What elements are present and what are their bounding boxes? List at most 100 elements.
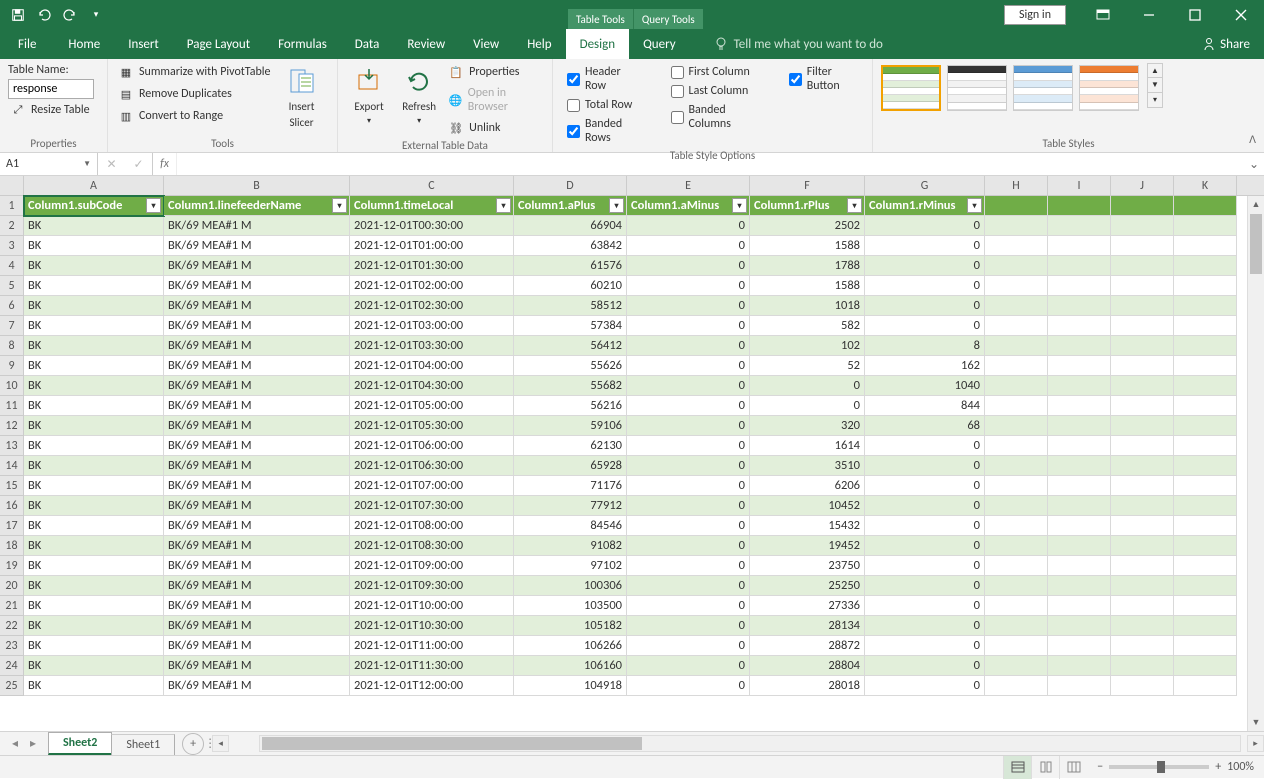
cell[interactable]: 0	[865, 476, 985, 496]
cell[interactable]: 0	[627, 616, 750, 636]
cell[interactable]: 15432	[750, 516, 865, 536]
cell[interactable]: 2021-12-01T09:30:00	[350, 576, 514, 596]
cell[interactable]	[1048, 556, 1111, 576]
cell[interactable]: 2021-12-01T11:30:00	[350, 656, 514, 676]
cell[interactable]: 0	[627, 436, 750, 456]
cell[interactable]	[1174, 336, 1237, 356]
cell[interactable]	[1111, 576, 1174, 596]
tell-me-search[interactable]: Tell me what you want to do	[714, 29, 883, 59]
table-header-cell[interactable]: Column1.aMinus▾	[627, 196, 750, 216]
gallery-scroll-down-icon[interactable]: ▼	[1147, 78, 1163, 93]
redo-icon[interactable]	[58, 3, 82, 27]
tab-file[interactable]: File	[0, 29, 54, 59]
tab-page-layout[interactable]: Page Layout	[173, 29, 264, 59]
cell[interactable]	[1048, 656, 1111, 676]
name-box-dropdown-icon[interactable]: ▼	[83, 159, 91, 169]
sheet-tab-other[interactable]: Sheet1	[111, 734, 175, 755]
cell[interactable]: 0	[627, 236, 750, 256]
cell[interactable]	[1174, 536, 1237, 556]
cell[interactable]: 0	[865, 556, 985, 576]
column-header[interactable]: B	[164, 176, 350, 195]
cell[interactable]	[1111, 516, 1174, 536]
chk-total-row[interactable]: Total Row	[567, 98, 641, 112]
cell[interactable]	[985, 456, 1048, 476]
resize-table-button[interactable]: ⤢ Resize Table	[8, 101, 94, 119]
cell[interactable]: 0	[627, 376, 750, 396]
cell[interactable]: BK	[24, 276, 164, 296]
cell[interactable]: 0	[627, 456, 750, 476]
tab-data[interactable]: Data	[341, 29, 394, 59]
cell[interactable]	[1174, 256, 1237, 276]
summarize-pivot-button[interactable]: ▦Summarize with PivotTable	[116, 63, 273, 81]
chk-banded-columns[interactable]: Banded Columns	[671, 103, 759, 131]
cell[interactable]	[1174, 576, 1237, 596]
cell[interactable]	[1111, 496, 1174, 516]
cell[interactable]: 1614	[750, 436, 865, 456]
cell[interactable]	[1174, 636, 1237, 656]
cell[interactable]	[985, 296, 1048, 316]
minimize-icon[interactable]	[1126, 0, 1172, 29]
row-header[interactable]: 12	[0, 416, 24, 436]
sheet-tab-active[interactable]: Sheet2	[48, 732, 112, 755]
row-header[interactable]: 8	[0, 336, 24, 356]
table-name-input[interactable]	[8, 79, 94, 99]
name-box[interactable]: A1 ▼	[0, 153, 98, 175]
chk-first-column[interactable]: First Column	[671, 65, 759, 79]
cell[interactable]: 582	[750, 316, 865, 336]
cell[interactable]: 104918	[514, 676, 627, 696]
cell[interactable]: BK	[24, 216, 164, 236]
cell[interactable]: 6206	[750, 476, 865, 496]
row-header[interactable]: 18	[0, 536, 24, 556]
cell[interactable]: 0	[627, 256, 750, 276]
cell[interactable]: 8	[865, 336, 985, 356]
cell[interactable]	[1174, 596, 1237, 616]
table-styles-gallery[interactable]	[881, 63, 1139, 135]
cell[interactable]: 0	[627, 396, 750, 416]
cell[interactable]: 55682	[514, 376, 627, 396]
zoom-in-button[interactable]: +	[1215, 760, 1221, 774]
cell[interactable]: 0	[865, 516, 985, 536]
cell[interactable]	[1048, 516, 1111, 536]
row-header[interactable]: 20	[0, 576, 24, 596]
gallery-scroll-up-icon[interactable]: ▲	[1147, 63, 1163, 78]
fx-icon[interactable]: fx	[153, 153, 177, 175]
cell[interactable]: BK/69 MEA#1 M	[164, 276, 350, 296]
cell[interactable]	[985, 476, 1048, 496]
cell[interactable]	[985, 276, 1048, 296]
cell[interactable]: BK	[24, 256, 164, 276]
cell[interactable]: BK/69 MEA#1 M	[164, 396, 350, 416]
table-style-thumb[interactable]	[1079, 65, 1139, 111]
cell[interactable]	[1111, 316, 1174, 336]
tab-view[interactable]: View	[459, 29, 513, 59]
cell[interactable]: 0	[627, 316, 750, 336]
vscroll-up-icon[interactable]: ▲	[1248, 196, 1264, 213]
cell[interactable]: 100306	[514, 576, 627, 596]
cell[interactable]	[1048, 456, 1111, 476]
cell[interactable]: 28804	[750, 656, 865, 676]
tab-review[interactable]: Review	[393, 29, 459, 59]
table-header-cell[interactable]: Column1.timeLocal▾	[350, 196, 514, 216]
cell[interactable]	[985, 216, 1048, 236]
cell[interactable]: 0	[627, 656, 750, 676]
cell[interactable]: BK	[24, 356, 164, 376]
cell[interactable]: 2021-12-01T03:00:00	[350, 316, 514, 336]
cell[interactable]	[1048, 316, 1111, 336]
cell[interactable]	[1111, 296, 1174, 316]
cell[interactable]	[1048, 396, 1111, 416]
row-header[interactable]: 9	[0, 356, 24, 376]
cell[interactable]: 71176	[514, 476, 627, 496]
cell[interactable]	[1048, 496, 1111, 516]
vertical-scrollbar[interactable]: ▲ ▼	[1247, 196, 1264, 731]
cell[interactable]: 2021-12-01T11:00:00	[350, 636, 514, 656]
cell[interactable]: BK	[24, 676, 164, 696]
cell[interactable]: 56412	[514, 336, 627, 356]
zoom-slider[interactable]	[1109, 765, 1209, 769]
row-header[interactable]: 13	[0, 436, 24, 456]
table-style-thumb[interactable]	[881, 65, 941, 111]
cell[interactable]: 61576	[514, 256, 627, 276]
cell[interactable]: BK/69 MEA#1 M	[164, 256, 350, 276]
row-header[interactable]: 15	[0, 476, 24, 496]
view-page-break-icon[interactable]	[1059, 756, 1087, 779]
expand-formula-bar-icon[interactable]: ⌄	[1244, 153, 1264, 175]
chk-banded-rows[interactable]: Banded Rows	[567, 117, 641, 145]
